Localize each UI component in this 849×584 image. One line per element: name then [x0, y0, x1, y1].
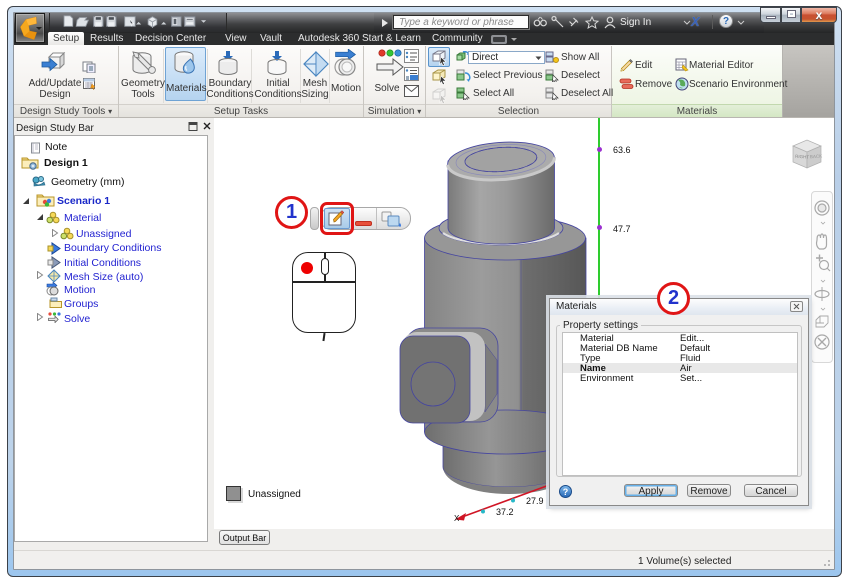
svg-text:RIGHT: RIGHT: [795, 154, 810, 160]
svg-text:BACK: BACK: [810, 153, 823, 159]
svg-text:27.9: 27.9: [526, 496, 544, 506]
svg-text:37.2: 37.2: [496, 507, 514, 517]
svg-text:X: X: [454, 514, 460, 523]
